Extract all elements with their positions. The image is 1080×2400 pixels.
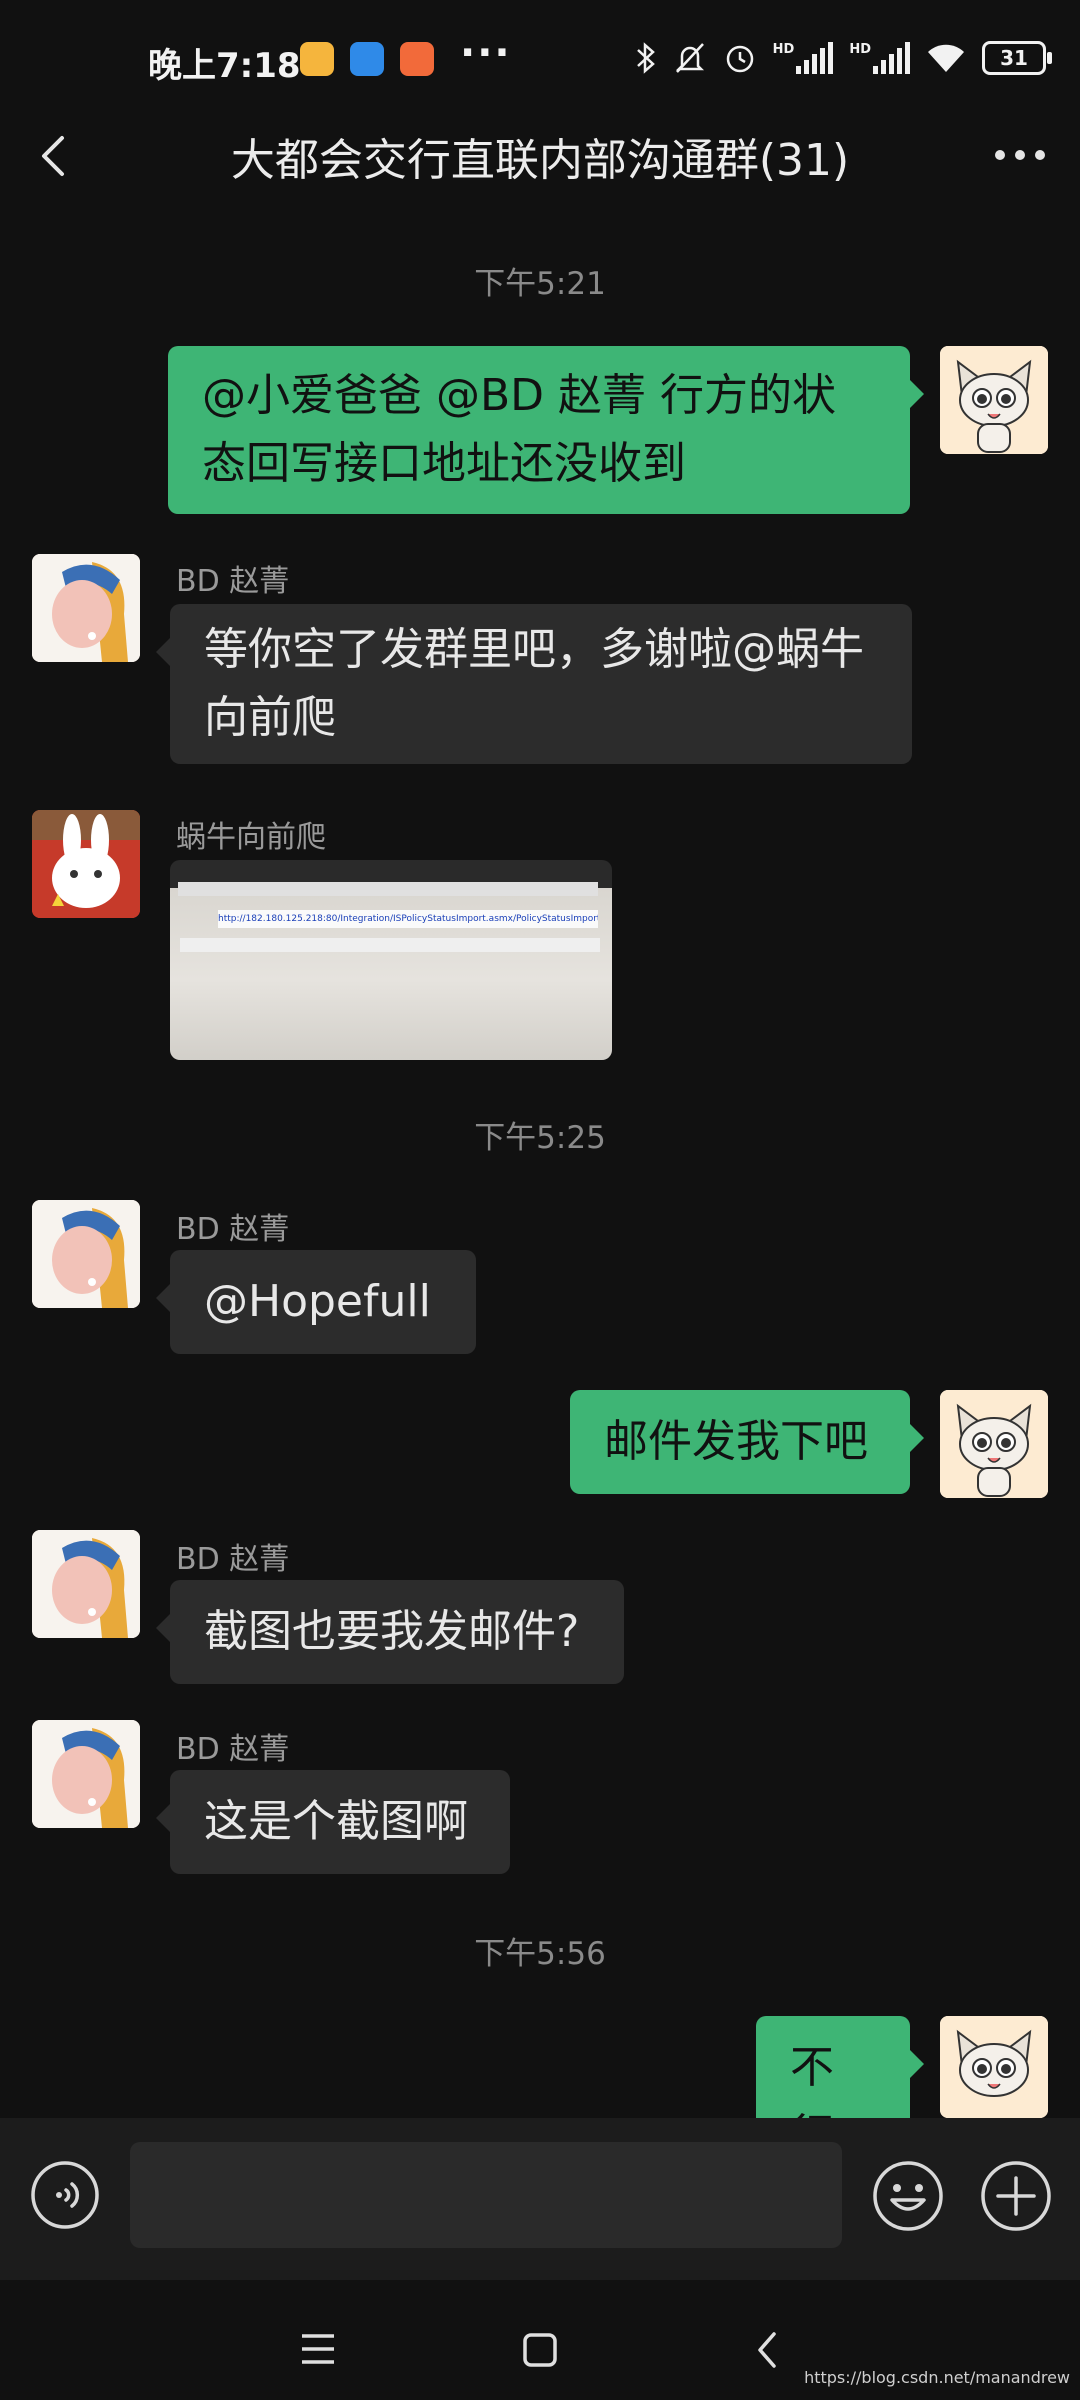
message-bubble[interactable]: 等你空了发群里吧，多谢啦@蜗牛向前爬 bbox=[156, 604, 912, 764]
plus-icon[interactable] bbox=[980, 2160, 1052, 2232]
girl-avatar-icon bbox=[32, 554, 140, 662]
emoji-icon[interactable] bbox=[872, 2160, 944, 2232]
sender-name: BD 赵菁 bbox=[176, 1542, 290, 1577]
my-avatar[interactable] bbox=[940, 1390, 1048, 1498]
sender-name: BD 赵菁 bbox=[176, 1212, 290, 1247]
cat-avatar-icon bbox=[940, 2016, 1048, 2118]
sender-name: 蜗牛向前爬 bbox=[176, 820, 326, 855]
timestamp: 下午5:56 bbox=[474, 1936, 606, 1972]
tv-app-icon bbox=[350, 42, 384, 76]
message-bubble[interactable]: 这是个截图啊 bbox=[156, 1770, 510, 1874]
message-bubble-mine[interactable]: 邮件发我下吧 bbox=[570, 1390, 924, 1494]
cat-avatar-icon bbox=[940, 1390, 1048, 1498]
timestamp: 下午5:25 bbox=[474, 1120, 606, 1156]
avatar-bd-zhao[interactable] bbox=[32, 1200, 140, 1308]
cat-avatar-icon bbox=[940, 346, 1048, 454]
avatar-bd-zhao[interactable] bbox=[32, 554, 140, 662]
watermark: https://blog.csdn.net/manandrew bbox=[804, 2368, 1070, 2387]
back-nav-icon[interactable] bbox=[752, 2330, 782, 2370]
girl-avatar-icon bbox=[32, 1720, 140, 1828]
sender-name: BD 赵菁 bbox=[176, 564, 290, 599]
message-bubble[interactable]: 截图也要我发邮件? bbox=[156, 1580, 624, 1684]
battery-icon: 31 bbox=[982, 41, 1052, 75]
alarm-icon bbox=[726, 45, 753, 73]
wifi-icon bbox=[928, 44, 964, 72]
girl-avatar-icon bbox=[32, 1530, 140, 1638]
girl-avatar-icon bbox=[32, 1200, 140, 1308]
sender-name: BD 赵菁 bbox=[176, 1732, 290, 1767]
chat-title: 大都会交行直联内部沟通群(31) bbox=[230, 135, 850, 186]
status-time: 晚上7:18 bbox=[148, 46, 301, 86]
message-input[interactable] bbox=[130, 2142, 842, 2248]
screenshot-bookmarks bbox=[180, 938, 600, 952]
status-icons: HD HD 31 bbox=[635, 36, 1052, 80]
more-options-icon[interactable] bbox=[992, 140, 1048, 170]
notification-more-icon: ··· bbox=[460, 30, 512, 76]
shopping-app-icon bbox=[400, 42, 434, 76]
notes-app-icon bbox=[300, 42, 334, 76]
my-avatar[interactable] bbox=[940, 2016, 1048, 2118]
screenshot-url: http://182.180.125.218:80/Integration/IS… bbox=[218, 910, 598, 928]
avatar-snail[interactable] bbox=[32, 810, 140, 918]
signal-2-icon: HD bbox=[849, 42, 910, 74]
avatar-bd-zhao[interactable] bbox=[32, 1720, 140, 1828]
timestamp: 下午5:21 bbox=[474, 266, 606, 302]
signal-1-icon: HD bbox=[773, 42, 834, 74]
rabbit-avatar-icon bbox=[32, 810, 140, 918]
voice-input-icon[interactable] bbox=[30, 2160, 100, 2230]
my-avatar[interactable] bbox=[940, 346, 1048, 454]
message-bubble-mine[interactable]: @小爱爸爸 @BD 赵菁 行方的状态回写接口地址还没收到 bbox=[168, 346, 924, 514]
image-message[interactable]: http://182.180.125.218:80/Integration/IS… bbox=[170, 860, 612, 1060]
menu-nav-icon[interactable] bbox=[300, 2332, 336, 2366]
battery-level: 31 bbox=[1000, 46, 1028, 70]
mute-bell-icon bbox=[675, 43, 704, 73]
message-bubble[interactable]: @Hopefull bbox=[156, 1250, 476, 1354]
bluetooth-icon bbox=[636, 42, 655, 74]
status-bar: 晚上7:18 ··· HD HD 31 bbox=[0, 0, 1080, 120]
screenshot-tab-strip bbox=[178, 882, 598, 896]
home-nav-icon[interactable] bbox=[522, 2332, 558, 2368]
avatar-bd-zhao[interactable] bbox=[32, 1530, 140, 1638]
